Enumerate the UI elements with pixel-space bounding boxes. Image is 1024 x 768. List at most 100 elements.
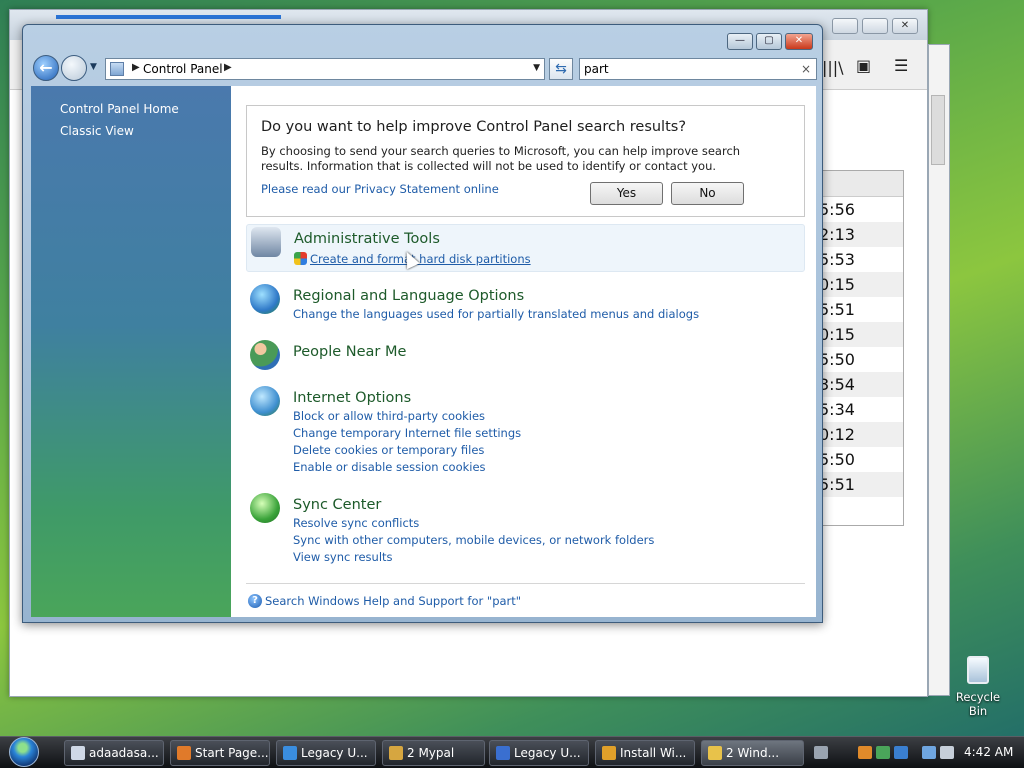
result-administrative-tools[interactable]: Administrative Tools Create and format h…: [246, 224, 805, 272]
improve-search-prompt: Do you want to help improve Control Pane…: [246, 105, 805, 217]
list-item: 0:15: [813, 272, 903, 297]
search-box[interactable]: ×: [579, 58, 817, 80]
recycle-bin-label: Recycle Bin: [955, 690, 1001, 718]
menu-icon[interactable]: ☰: [894, 56, 908, 75]
list-item: 5:51: [813, 472, 903, 497]
breadcrumb[interactable]: Control Panel: [143, 62, 223, 76]
result-task-link[interactable]: Resolve sync conflicts: [293, 516, 419, 530]
chevron-right-icon[interactable]: ▶: [224, 62, 232, 73]
privacy-statement-link[interactable]: Please read our Privacy Statement online: [261, 182, 499, 196]
tray-app-icon[interactable]: [858, 746, 872, 759]
result-task-link[interactable]: Enable or disable session cookies: [293, 460, 486, 474]
result-title[interactable]: People Near Me: [293, 344, 406, 360]
notepad-icon: [71, 746, 85, 760]
taskbar-button[interactable]: adaadasa...: [64, 740, 164, 766]
tray-app-icon[interactable]: [876, 746, 890, 759]
taskbar-button-label: Legacy U...: [301, 746, 368, 760]
recycle-bin[interactable]: Recycle Bin: [946, 656, 1010, 718]
clear-search-icon[interactable]: ×: [801, 62, 811, 76]
result-task-link[interactable]: Delete cookies or temporary files: [293, 443, 484, 457]
taskbar-button-group[interactable]: 2 Wind...: [701, 740, 804, 766]
taskbar-button-label: 2 Mypal: [407, 746, 455, 760]
result-title[interactable]: Sync Center: [293, 497, 381, 513]
result-task-link[interactable]: Create and format hard disk partitions: [310, 252, 531, 266]
control-panel-icon: [110, 62, 124, 76]
volume-icon[interactable]: [940, 746, 954, 759]
prompt-body: By choosing to send your search queries …: [261, 144, 741, 173]
result-task-link[interactable]: View sync results: [293, 550, 393, 564]
uac-shield-icon: [294, 252, 307, 265]
taskbar-button[interactable]: Legacy U...: [489, 740, 589, 766]
clock[interactable]: 4:42 AM: [964, 745, 1013, 759]
background-maximize-button[interactable]: [862, 18, 888, 34]
result-sync-center[interactable]: Sync Center Resolve sync conflicts Sync …: [246, 491, 805, 567]
divider: [246, 583, 805, 584]
list-item: 0:15: [813, 322, 903, 347]
minimize-button[interactable]: —: [727, 33, 753, 50]
recycle-bin-icon: [967, 656, 989, 684]
result-task-link[interactable]: Block or allow third-party cookies: [293, 409, 485, 423]
navigation-bar: ← ▼ ▶ Control Panel ▶ ▼ ⇆ ×: [29, 54, 818, 84]
start-button[interactable]: [9, 737, 39, 767]
list-item: 5:51: [819, 300, 855, 319]
result-task-link[interactable]: Change temporary Internet file settings: [293, 426, 521, 440]
result-regional-language-options[interactable]: Regional and Language Options Change the…: [246, 282, 805, 330]
refresh-button[interactable]: ⇆: [549, 58, 573, 80]
background-side-scrollbar[interactable]: [928, 44, 950, 696]
sidebar-toggle-icon[interactable]: ▣: [856, 56, 871, 75]
list-item: 5:50: [819, 350, 855, 369]
result-internet-options[interactable]: Internet Options Block or allow third-pa…: [246, 384, 805, 476]
list-item: 3:54: [813, 372, 903, 397]
mypal-icon: [389, 746, 403, 760]
taskbar-button-label: Start Page...: [195, 746, 269, 760]
search-help-link[interactable]: Search Windows Help and Support for "par…: [265, 594, 521, 608]
address-bar[interactable]: ▶ Control Panel ▶ ▼: [105, 58, 545, 80]
back-button[interactable]: ←: [33, 55, 59, 81]
forward-button[interactable]: [61, 55, 87, 81]
no-button[interactable]: No: [671, 182, 744, 205]
network-icon[interactable]: [922, 746, 936, 759]
search-input[interactable]: [584, 61, 792, 77]
control-panel-window[interactable]: — ▢ ✕ ← ▼ ▶ Control Panel ▶ ▼ ⇆ × Contro…: [22, 24, 823, 623]
keyboard-icon[interactable]: [814, 746, 828, 759]
list-item: 5:53: [819, 250, 855, 269]
classic-view-link[interactable]: Classic View: [60, 124, 134, 138]
list-item: 5:34: [819, 400, 855, 419]
taskbar-button[interactable]: Legacy U...: [276, 740, 376, 766]
windows-installer-icon: [602, 746, 616, 760]
taskbar-button[interactable]: Start Page...: [170, 740, 270, 766]
background-close-button[interactable]: ✕: [892, 18, 918, 34]
maximize-button[interactable]: ▢: [756, 33, 782, 50]
prompt-title: Do you want to help improve Control Pane…: [261, 119, 687, 135]
taskbar-button[interactable]: Install Wi...: [595, 740, 695, 766]
recent-pages-dropdown[interactable]: ▼: [90, 62, 97, 72]
result-title[interactable]: Regional and Language Options: [293, 288, 524, 304]
admin-tools-icon: [251, 227, 281, 257]
library-icon[interactable]: |||\: [822, 58, 844, 77]
taskbar-button-group[interactable]: 2 Mypal: [382, 740, 485, 766]
chevron-right-icon[interactable]: ▶: [132, 62, 140, 73]
tray-app-icon[interactable]: [894, 746, 908, 759]
background-active-tab-indicator: [56, 15, 281, 19]
result-task-link[interactable]: Sync with other computers, mobile device…: [293, 533, 654, 547]
taskbar: adaadasa... Start Page... Legacy U... 2 …: [0, 736, 1024, 768]
control-panel-home-link[interactable]: Control Panel Home: [60, 102, 179, 116]
people-icon: [250, 340, 280, 370]
result-title[interactable]: Administrative Tools: [294, 231, 440, 247]
taskbar-button-label: 2 Wind...: [726, 746, 780, 760]
result-task-link[interactable]: Change the languages used for partially …: [293, 307, 699, 321]
taskbar-button-label: Install Wi...: [620, 746, 687, 760]
background-minimize-button[interactable]: [832, 18, 858, 34]
list-item: 0:12: [813, 422, 903, 447]
yes-button[interactable]: Yes: [590, 182, 663, 205]
sync-center-icon: [250, 493, 280, 523]
browser-icon: [177, 746, 191, 760]
close-button[interactable]: ✕: [785, 33, 813, 50]
internet-explorer-icon: [283, 746, 297, 760]
list-item: 5:56: [819, 200, 855, 219]
result-people-near-me[interactable]: People Near Me: [246, 338, 805, 372]
globe-clock-icon: [250, 284, 280, 314]
scrollbar-thumb[interactable]: [931, 95, 945, 165]
address-dropdown-icon[interactable]: ▼: [533, 63, 540, 73]
result-title[interactable]: Internet Options: [293, 390, 411, 406]
